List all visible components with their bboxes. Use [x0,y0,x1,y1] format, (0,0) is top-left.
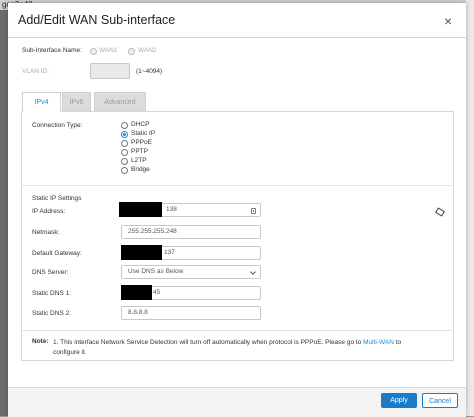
section-divider [21,185,454,186]
radio-dhcp-label: DHCP [131,121,150,128]
radio-bridge[interactable] [121,167,128,174]
netmask-label: Netmask: [32,229,60,236]
radio-wan1-label: WAN1 [99,47,118,54]
radio-pppoe[interactable] [121,140,128,147]
ip-address-label: IP Address: [32,208,66,215]
redacted-ip-address [119,202,162,217]
note-label: Note: [32,338,49,345]
default-gateway-label: Default Gateway: [32,250,82,257]
dns-server-label: DNS Server: [32,269,69,276]
vlan-id-input[interactable] [90,63,130,79]
radio-static-ip-label: Static IP [131,130,156,137]
vlan-range-hint: (1~4094) [136,68,163,75]
note-divider [21,330,454,331]
netmask-input[interactable]: 255.255.255.248 [121,225,261,239]
radio-l2tp[interactable] [121,158,128,165]
multi-wan-link[interactable]: Multi-WAN [363,339,394,346]
tab-ipv6[interactable]: IPv6 [62,92,91,111]
radio-wan2[interactable] [128,48,135,55]
tab-ipv4[interactable]: IPv4 [22,92,61,112]
default-gateway-value: 137 [164,249,175,256]
note-text: 1. This interface Network Service Detect… [53,338,423,358]
static-ip-section-title: Static IP Settings [32,195,82,202]
radio-wan2-label: WAN2 [138,47,157,54]
redacted-dns1 [121,285,152,300]
dialog-footer: Apply Cancel [8,387,466,417]
radio-pptp-label: PPTP [131,148,148,155]
static-dns2-label: Static DNS 2: [32,310,72,317]
static-dns1-value: 45 [153,289,161,296]
radio-static-ip[interactable] [121,131,128,138]
radio-wan1[interactable] [90,48,97,55]
dns-server-select[interactable]: Use DNS as Below [121,265,261,279]
background-left [0,0,8,416]
title-divider [8,37,466,38]
radio-dhcp[interactable] [121,122,128,129]
static-dns2-input[interactable]: 8.8.8.8 [121,306,261,320]
close-icon[interactable]: × [444,13,452,29]
radio-pptp[interactable] [121,149,128,156]
background-right [466,0,474,416]
tab-advanced[interactable]: Advanced [94,92,146,111]
connection-type-label: Connection Type: [32,122,83,129]
redacted-gateway [121,245,162,260]
note-text-before: 1. This interface Network Service Detect… [53,339,364,346]
static-dns1-label: Static DNS 1: [32,290,72,297]
apply-button[interactable]: Apply [381,393,417,408]
radio-bridge-label: Bridge [131,166,150,173]
radio-pppoe-label: PPPoE [131,139,152,146]
ip-picker-icon[interactable] [251,208,256,214]
subinterface-name-label: Sub-Interface Name: [22,47,82,54]
wan-subinterface-dialog: Add/Edit WAN Sub-interface × Sub-Interfa… [8,3,466,417]
radio-l2tp-label: L2TP [131,157,147,164]
ip-address-value: 138 [166,206,177,213]
dialog-title: Add/Edit WAN Sub-interface [18,13,176,27]
vlan-id-label: VLAN ID: [22,68,50,75]
cancel-button[interactable]: Cancel [422,393,458,408]
